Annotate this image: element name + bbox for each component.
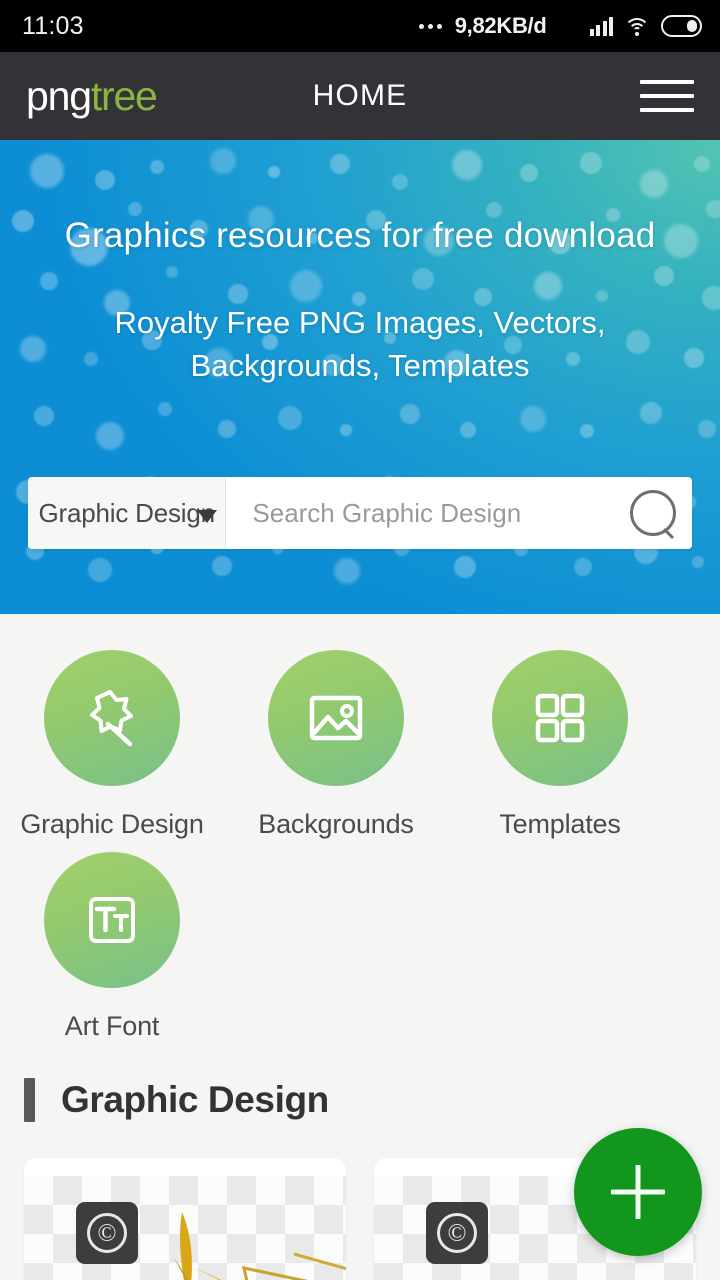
app-root: 11:03 9,82KB/d pngtree HOME Graphics res… <box>0 0 720 1280</box>
battery-icon <box>661 15 702 37</box>
category-item-art-font[interactable]: Art Font <box>0 840 224 1042</box>
status-bar: 11:03 9,82KB/d <box>0 0 720 52</box>
search-category-dropdown[interactable]: Graphic Design <box>28 477 227 549</box>
category-item-backgrounds[interactable]: Backgrounds <box>224 638 448 840</box>
hero-subheadline: Royalty Free PNG Images, Vectors, Backgr… <box>0 302 720 388</box>
text-font-icon <box>89 897 135 943</box>
gold-wheat-artwork <box>174 1212 346 1280</box>
plus-icon <box>611 1165 665 1219</box>
magic-wand-icon <box>90 690 133 747</box>
magenta-triangle-artwork <box>484 1262 696 1280</box>
network-speed-label: 9,82KB/d <box>454 13 547 38</box>
category-label: Backgrounds <box>258 809 414 839</box>
moon-icon <box>558 16 579 37</box>
status-bar-icons: 9,82KB/d <box>418 13 702 39</box>
more-dots-icon <box>418 23 442 29</box>
section-accent-bar <box>24 1078 35 1122</box>
category-item-graphic-design[interactable]: Graphic Design <box>0 638 224 840</box>
copyright-symbol: © <box>87 1213 127 1253</box>
app-bar: pngtree HOME <box>0 52 720 140</box>
hamburger-icon[interactable] <box>640 76 694 116</box>
copyright-badge: © <box>426 1202 488 1264</box>
hero-subheadline-line2: Backgrounds, Templates <box>190 347 530 383</box>
copyright-symbol: © <box>437 1213 477 1253</box>
hero-subheadline-line1: Royalty Free PNG Images, Vectors, <box>114 305 606 340</box>
wifi-icon <box>624 16 650 36</box>
category-label: Templates <box>499 809 621 839</box>
status-time: 11:03 <box>22 11 84 40</box>
category-icon-wrap <box>44 852 180 988</box>
pngtree-logo[interactable]: pngtree <box>26 72 158 119</box>
search-input[interactable] <box>226 477 614 549</box>
image-icon <box>309 695 363 741</box>
add-button[interactable] <box>574 1128 702 1256</box>
category-icon-wrap <box>268 650 404 786</box>
category-icon-wrap <box>44 650 180 786</box>
section-header: Graphic Design <box>0 1042 720 1122</box>
search-category-label: Graphic Design <box>38 497 215 528</box>
hero-text-block: Graphics resources for free download Roy… <box>0 140 720 388</box>
signal-icon <box>589 16 613 36</box>
grid-squares-icon <box>535 693 585 743</box>
search-bar: Graphic Design <box>28 477 692 549</box>
card-item[interactable]: © <box>24 1158 346 1280</box>
section-title: Graphic Design <box>61 1079 329 1120</box>
category-item-templates[interactable]: Templates <box>448 638 672 840</box>
category-row-2: Art Font <box>0 840 720 1042</box>
logo-text-tree: tree <box>90 72 158 119</box>
category-row-1: Graphic Design Backgrounds Templates <box>0 638 720 840</box>
search-submit-button[interactable] <box>613 477 692 549</box>
hero-headline: Graphics resources for free download <box>64 216 656 255</box>
logo-text-png: png <box>26 72 92 119</box>
category-label: Graphic Design <box>20 809 204 839</box>
copyright-badge: © <box>76 1202 138 1264</box>
category-icon-wrap <box>492 650 628 786</box>
category-grid: Graphic Design Backgrounds Templates Art… <box>0 614 720 1042</box>
category-label: Art Font <box>64 1011 160 1041</box>
caret-down-icon <box>197 510 218 523</box>
card-thumbnail <box>24 1176 346 1280</box>
search-icon <box>629 490 676 536</box>
